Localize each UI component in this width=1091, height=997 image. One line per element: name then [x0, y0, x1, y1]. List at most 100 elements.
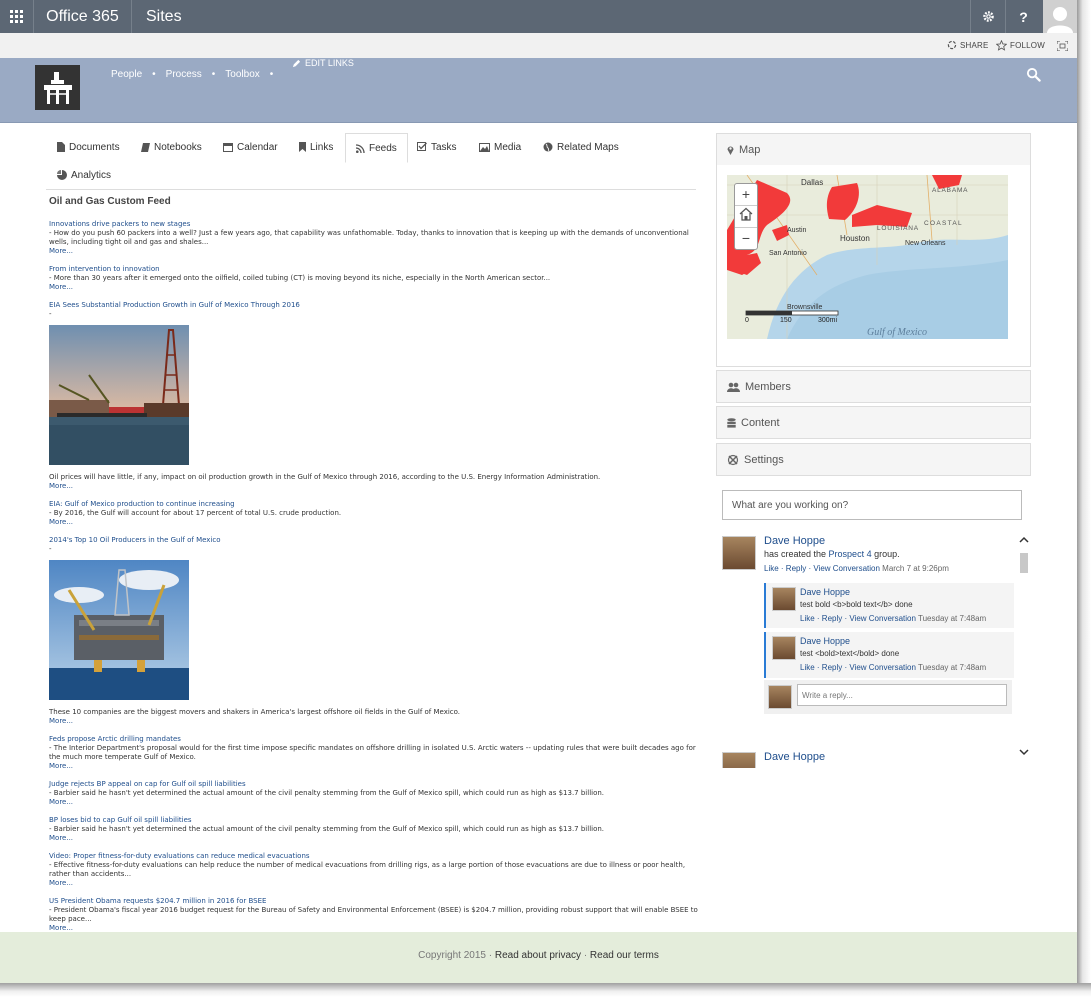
follow-button[interactable]: FOLLOW [996, 40, 1045, 51]
view-conversation-link[interactable]: View Conversation [849, 614, 916, 623]
terms-link[interactable]: Read our terms [590, 950, 659, 961]
settings-button[interactable] [970, 0, 1006, 33]
reply-link[interactable]: Reply [822, 614, 842, 623]
post-author[interactable]: Dave Hoppe [764, 751, 825, 763]
feed-item-title[interactable]: BP loses bid to cap Gulf oil spill liabi… [49, 816, 192, 824]
feed-item-title[interactable]: Innovations drive packers to new stages [49, 220, 190, 228]
tab-notebooks[interactable]: Notebooks [141, 133, 202, 161]
person-icon [1047, 7, 1073, 33]
map-label-new-orleans: New Orleans [905, 240, 946, 247]
view-conversation-link[interactable]: View Conversation [849, 663, 916, 672]
reply-input[interactable]: Write a reply... [797, 684, 1007, 706]
feed-item-summary: - Barbier said he hasn't yet determined … [49, 789, 605, 797]
feed-item-title[interactable]: Judge rejects BP appeal on cap for Gulf … [49, 780, 246, 788]
feed-item-description: Oil prices will have little, if any, imp… [49, 473, 601, 481]
map-scale-150: 150 [780, 317, 792, 324]
newsfeed-scrollbar[interactable] [1018, 535, 1030, 760]
tab-related-maps[interactable]: Related Maps [543, 133, 619, 161]
feed-item-summary: - By 2016, the Gulf will account for abo… [49, 509, 342, 517]
help-button[interactable]: ? [1005, 0, 1041, 33]
map-view[interactable]: Dallas ALABAMA LOUISIANA COASTAL Houston… [727, 175, 1008, 339]
feed-item-title[interactable]: From intervention to innovation [49, 265, 160, 273]
settings-panel[interactable]: Settings [716, 443, 1031, 476]
tab-links[interactable]: Links [299, 133, 333, 161]
avatar[interactable] [772, 587, 796, 611]
members-panel[interactable]: Members [716, 370, 1031, 403]
more-link[interactable]: More... [49, 762, 699, 771]
feed-item-title[interactable]: Video: Proper fitness-for-duty evaluatio… [49, 852, 310, 860]
like-link[interactable]: Like [764, 564, 779, 573]
post-author[interactable]: Dave Hoppe [764, 535, 825, 547]
database-icon [727, 417, 736, 428]
more-link[interactable]: More... [49, 283, 699, 292]
tab-calendar[interactable]: Calendar [223, 133, 278, 161]
share-button[interactable]: SHARE [947, 40, 989, 50]
app-launcher-button[interactable] [0, 0, 34, 33]
scrollbar-thumb[interactable] [1020, 553, 1028, 573]
suite-brand[interactable]: Office 365 [34, 0, 132, 33]
tab-feeds[interactable]: Feeds [345, 133, 408, 163]
like-link[interactable]: Like [800, 663, 815, 672]
content-panel[interactable]: Content [716, 406, 1031, 439]
tab-label: Analytics [71, 169, 112, 181]
rss-icon [356, 143, 365, 153]
feed-item-summary: - The Interior Department's proposal wou… [49, 744, 696, 761]
feed-item-title[interactable]: US President Obama requests $204.7 milli… [49, 897, 266, 905]
feed-item-title[interactable]: 2014's Top 10 Oil Producers in the Gulf … [49, 536, 221, 544]
more-link[interactable]: More... [49, 879, 699, 888]
user-avatar[interactable] [1043, 0, 1077, 33]
feed-title: Oil and Gas Custom Feed [49, 196, 171, 207]
reply-link[interactable]: Reply [822, 663, 842, 672]
reply-link[interactable]: Reply [786, 564, 806, 573]
reply-author[interactable]: Dave Hoppe [800, 587, 850, 597]
home-icon [739, 207, 753, 221]
window-shadow-right [1077, 0, 1091, 997]
site-search-button[interactable] [1026, 67, 1041, 87]
view-conversation-link[interactable]: View Conversation [813, 564, 880, 573]
map-panel-header[interactable]: Map [716, 133, 1031, 166]
feed-item-title[interactable]: EIA: Gulf of Mexico production to contin… [49, 500, 235, 508]
like-link[interactable]: Like [800, 614, 815, 623]
nav-separator: • [211, 69, 216, 80]
zoom-out-button[interactable]: − [735, 228, 757, 249]
feed-item-title[interactable]: Feds propose Arctic drilling mandates [49, 735, 181, 743]
more-link[interactable]: More... [49, 717, 699, 726]
more-link[interactable]: More... [49, 482, 699, 491]
nav-item-people[interactable]: People [111, 69, 142, 80]
feed-item: BP loses bid to cap Gulf oil spill liabi… [49, 816, 699, 843]
zoom-in-button[interactable]: + [735, 184, 757, 206]
avatar[interactable] [722, 536, 756, 570]
more-link[interactable]: More... [49, 798, 699, 807]
nav-item-toolbox[interactable]: Toolbox [225, 69, 259, 80]
feed-item-title[interactable]: EIA Sees Substantial Production Growth i… [49, 301, 300, 309]
oil-rig-harbor-image [49, 325, 189, 465]
post-input[interactable]: What are you working on? [722, 490, 1022, 520]
copyright-text: Copyright 2015 [418, 950, 486, 961]
reply-author[interactable]: Dave Hoppe [800, 636, 850, 646]
tab-media[interactable]: Media [479, 133, 521, 161]
feed-item-description: These 10 companies are the biggest mover… [49, 708, 461, 716]
privacy-link[interactable]: Read about privacy [495, 950, 581, 961]
site-logo[interactable] [35, 65, 80, 110]
reply-actions: Like · Reply · View Conversation Tuesday… [800, 663, 987, 672]
group-link[interactable]: Prospect 4 [829, 549, 872, 559]
tab-tasks[interactable]: Tasks [417, 133, 457, 161]
map-scale-0: 0 [745, 317, 749, 324]
suite-app-title[interactable]: Sites [146, 0, 182, 33]
share-icon [947, 40, 957, 50]
home-button[interactable] [735, 206, 757, 228]
tab-documents[interactable]: Documents [57, 133, 120, 161]
edit-links-button[interactable]: EDIT LINKS [292, 58, 354, 68]
more-link[interactable]: More... [49, 834, 699, 843]
tab-analytics[interactable]: Analytics [57, 161, 111, 189]
share-label: SHARE [960, 40, 989, 50]
more-link[interactable]: More... [49, 518, 699, 527]
feed-item-summary: - Effective fitness-for-duty evaluations… [49, 861, 686, 878]
focus-content-button[interactable] [1057, 41, 1068, 51]
avatar[interactable] [772, 636, 796, 660]
avatar[interactable] [722, 752, 756, 768]
more-link[interactable]: More... [49, 247, 699, 256]
gear-icon [983, 11, 994, 22]
nav-item-process[interactable]: Process [166, 69, 202, 80]
tab-label: Tasks [431, 141, 457, 153]
